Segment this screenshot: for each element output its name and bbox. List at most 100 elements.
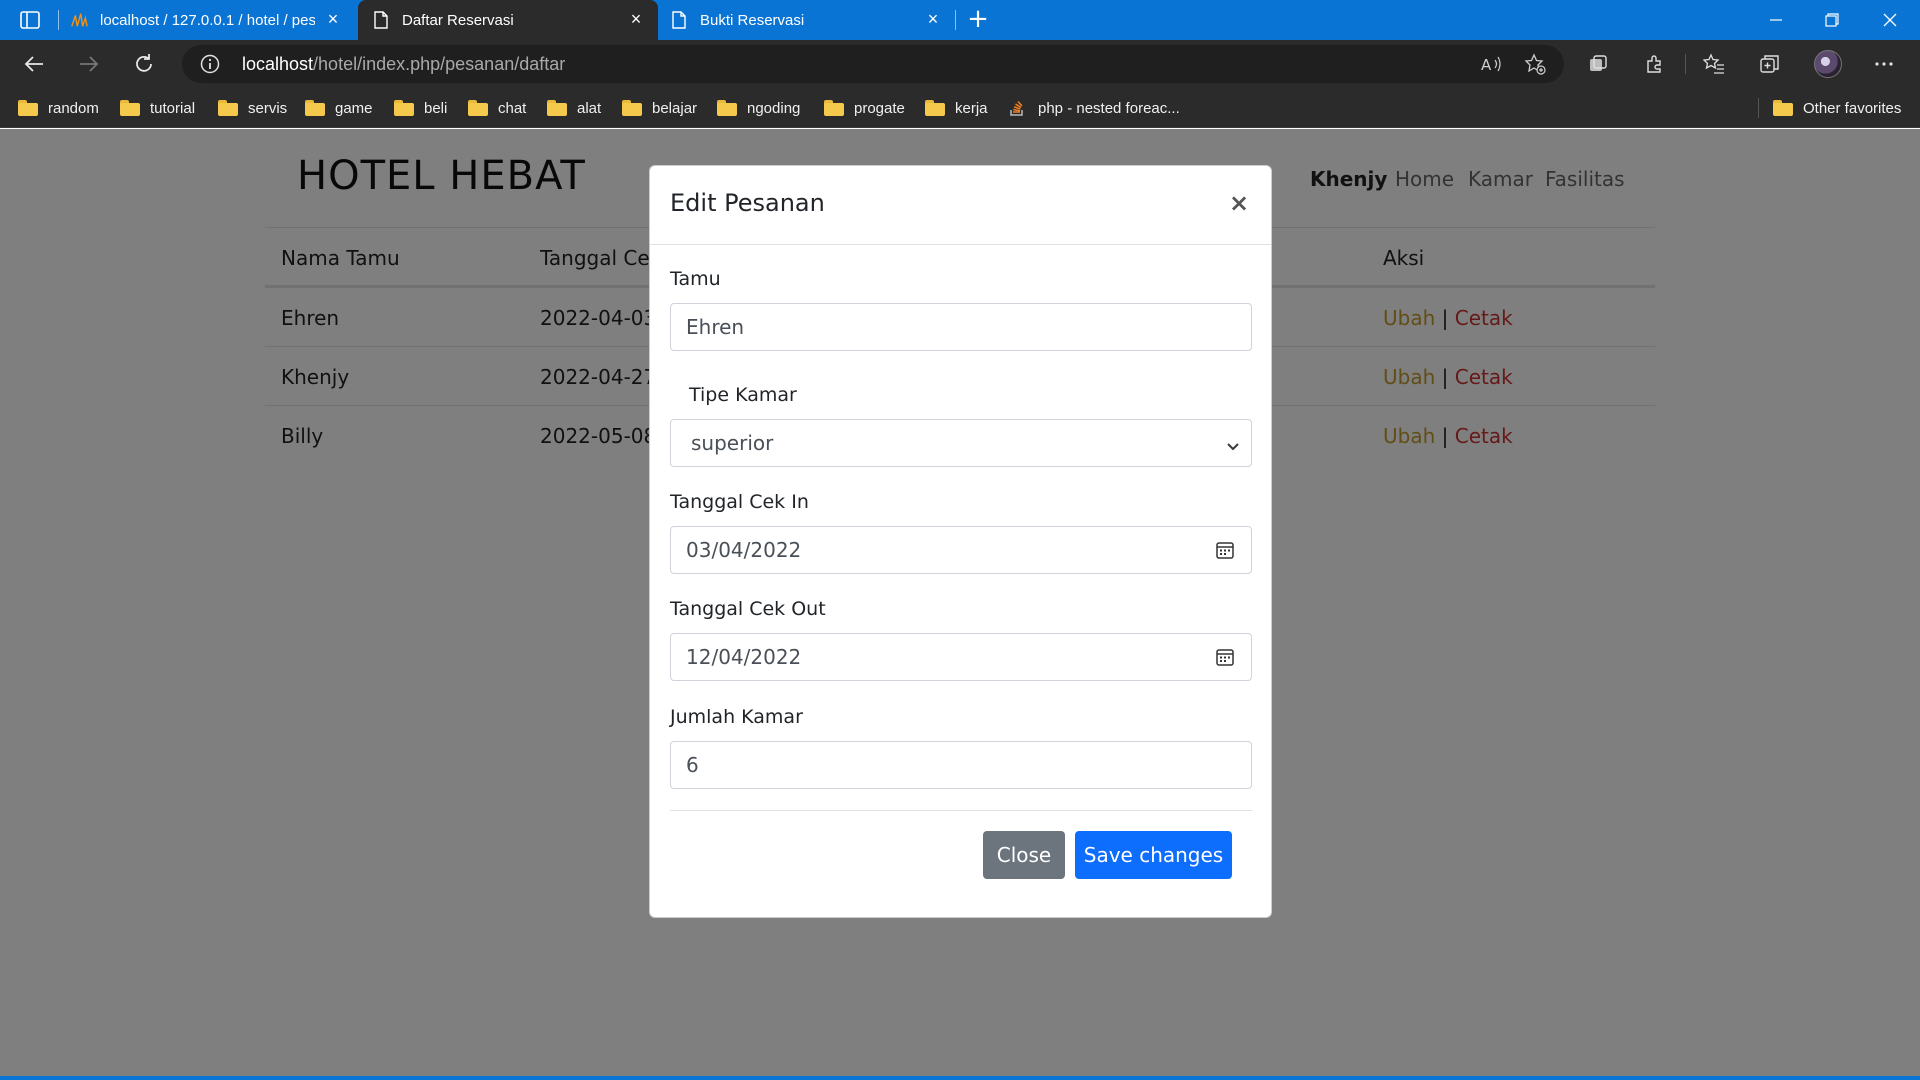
other-favorites-label: Other favorites: [1803, 99, 1902, 117]
collections-icon[interactable]: [1758, 52, 1782, 76]
folder-icon: [305, 100, 325, 116]
url-text[interactable]: localhost/hotel/index.php/pesanan/daftar: [242, 54, 565, 75]
close-icon[interactable]: ×: [628, 10, 644, 28]
folder-icon: [120, 100, 140, 116]
modal-close-icon[interactable]: ×: [1227, 188, 1251, 218]
chevron-down-icon: [1225, 435, 1241, 451]
extensions-puzzle-icon[interactable]: [1643, 52, 1667, 76]
bookmark-label: kerja: [955, 99, 988, 117]
read-aloud-icon[interactable]: A: [1480, 53, 1502, 75]
toolbar-separator: [1685, 54, 1686, 74]
profile-avatar[interactable]: [1814, 50, 1842, 78]
window-close-button[interactable]: [1862, 0, 1918, 40]
cek-in-date-input[interactable]: 03/04/2022: [670, 526, 1252, 574]
save-changes-button[interactable]: Save changes: [1075, 831, 1232, 879]
folder-icon: [547, 100, 567, 116]
bookmark-game[interactable]: game: [305, 97, 373, 119]
page-icon: [372, 11, 390, 29]
cek-out-label: Tanggal Cek Out: [670, 598, 826, 620]
bookmark-php-nested-foreach[interactable]: php - nested foreac...: [1008, 97, 1180, 119]
jumlah-kamar-input[interactable]: 6: [670, 741, 1252, 789]
tab-bukti-reservasi[interactable]: Bukti Reservasi ×: [670, 0, 955, 40]
bookmark-tutorial[interactable]: tutorial: [120, 97, 195, 119]
bookmark-chat[interactable]: chat: [468, 97, 526, 119]
bookmark-label: beli: [424, 99, 448, 117]
add-favorite-icon[interactable]: [1524, 53, 1546, 75]
other-favorites[interactable]: Other favorites: [1773, 97, 1901, 119]
bookmark-kerja[interactable]: kerja: [925, 97, 988, 119]
bookmark-beli[interactable]: beli: [394, 97, 447, 119]
bookmark-label: ngoding: [747, 99, 801, 117]
page-icon: [670, 11, 688, 29]
stackoverflow-icon: [1008, 99, 1026, 117]
jumlah-kamar-value: 6: [686, 753, 699, 777]
site-info-icon[interactable]: [200, 54, 220, 74]
folder-icon: [218, 100, 238, 116]
tab-phpmyadmin[interactable]: localhost / 127.0.0.1 / hotel / pesanan …: [70, 0, 355, 40]
tipe-kamar-label: Tipe Kamar: [689, 384, 797, 406]
forward-arrow-icon[interactable]: [75, 50, 103, 78]
folder-icon: [925, 100, 945, 116]
url-path: /hotel/index.php/pesanan/daftar: [313, 54, 566, 74]
folder-icon: [18, 100, 38, 116]
folder-icon: [468, 100, 488, 116]
folder-icon: [394, 100, 414, 116]
svg-text:A: A: [1481, 56, 1492, 74]
taskbar-edge: [0, 1076, 1920, 1080]
tamu-label: Tamu: [670, 268, 721, 290]
bookmark-progate[interactable]: progate: [824, 97, 905, 119]
cek-out-date-input[interactable]: 12/04/2022: [670, 633, 1252, 681]
bookmark-label: tutorial: [150, 99, 196, 117]
minimize-button[interactable]: [1748, 0, 1804, 40]
calendar-icon[interactable]: [1215, 647, 1235, 667]
bookmark-belajar[interactable]: belajar: [622, 97, 697, 119]
cek-out-value: 12/04/2022: [686, 645, 802, 669]
bookmark-label: belajar: [652, 99, 698, 117]
restore-button[interactable]: [1804, 0, 1860, 40]
close-button[interactable]: Close: [983, 831, 1065, 879]
bookmark-random[interactable]: random: [18, 97, 99, 119]
new-tab-button[interactable]: +: [966, 6, 990, 32]
extension-copilot-icon[interactable]: [1586, 52, 1610, 76]
bookmark-label: alat: [577, 99, 602, 117]
tipe-kamar-select[interactable]: superior: [670, 419, 1252, 467]
cek-in-label: Tanggal Cek In: [670, 491, 809, 513]
modal-footer-divider: [670, 810, 1252, 811]
jumlah-kamar-label: Jumlah Kamar: [670, 706, 803, 728]
tab-title: Daftar Reservasi: [402, 11, 514, 29]
tab-separator: [58, 10, 59, 30]
refresh-icon[interactable]: [130, 50, 158, 78]
modal-title: Edit Pesanan: [670, 189, 825, 217]
more-options-icon[interactable]: [1872, 52, 1896, 76]
folder-icon: [717, 100, 737, 116]
bookmark-alat[interactable]: alat: [547, 97, 601, 119]
tamu-input[interactable]: Ehren: [670, 303, 1252, 351]
phpmyadmin-icon: [70, 11, 88, 29]
edit-pesanan-modal: Edit Pesanan × Tamu Ehren Tipe Kamar sup…: [649, 165, 1272, 918]
tipe-kamar-value: superior: [691, 431, 774, 455]
bookmark-label: servis: [248, 99, 288, 117]
favorites-icon[interactable]: [1702, 52, 1726, 76]
close-icon[interactable]: ×: [925, 10, 941, 28]
tamu-value: Ehren: [686, 315, 745, 339]
bookmark-label: random: [48, 99, 99, 117]
bookmark-label: progate: [854, 99, 905, 117]
tab-daftar-reservasi[interactable]: Daftar Reservasi ×: [358, 0, 658, 40]
bookmark-label: game: [335, 99, 373, 117]
bookmark-servis[interactable]: servis: [218, 97, 287, 119]
folder-icon: [1773, 100, 1793, 116]
folder-icon: [622, 100, 642, 116]
browser-titlebar: localhost / 127.0.0.1 / hotel / pesanan …: [0, 0, 1920, 40]
bookmark-ngoding[interactable]: ngoding: [717, 97, 800, 119]
folder-icon: [824, 100, 844, 116]
back-arrow-icon[interactable]: [20, 50, 48, 78]
tab-separator: [955, 10, 956, 30]
bookmarks-bar: random tutorial servis game beli chat al…: [0, 88, 1920, 128]
bookmark-label: chat: [498, 99, 527, 117]
tab-title: Bukti Reservasi: [700, 11, 805, 29]
address-bar[interactable]: localhost/hotel/index.php/pesanan/daftar…: [182, 45, 1564, 83]
close-icon[interactable]: ×: [325, 10, 341, 28]
sidebar-toggle-icon[interactable]: [18, 9, 42, 31]
browser-toolbar: localhost/hotel/index.php/pesanan/daftar…: [0, 40, 1920, 88]
calendar-icon[interactable]: [1215, 540, 1235, 560]
